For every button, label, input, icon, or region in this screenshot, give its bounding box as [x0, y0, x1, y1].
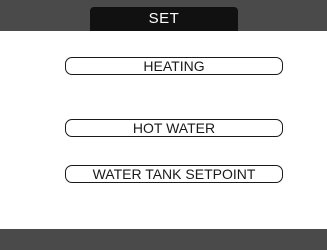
set-menu-screen: SET HEATING HOT WATER WATER TANK SETPOIN… — [0, 0, 327, 250]
top-bar: SET — [0, 0, 327, 31]
heating-button[interactable]: HEATING — [65, 57, 283, 75]
hot-water-button[interactable]: HOT WATER — [65, 119, 283, 137]
water-tank-setpoint-button[interactable]: WATER TANK SETPOINT — [65, 165, 283, 183]
page-title: SET — [90, 7, 238, 31]
bottom-bar — [0, 229, 327, 250]
